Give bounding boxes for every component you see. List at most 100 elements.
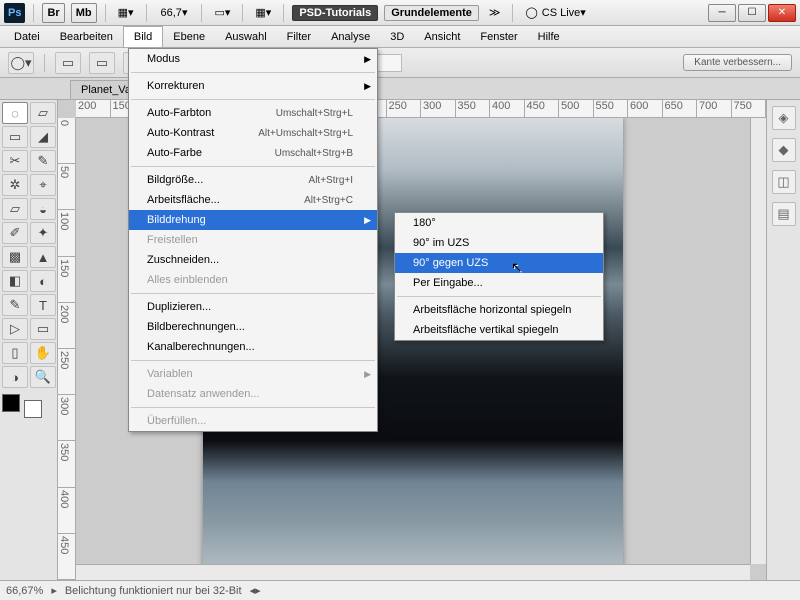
menu-item[interactable]: Auto-FarbtonUmschalt+Strg+L	[129, 103, 377, 123]
cslive-button[interactable]: ◯ CS Live ▾	[521, 3, 589, 23]
menu-item[interactable]: 90° gegen UZS	[395, 253, 603, 273]
menu-item[interactable]: Zuschneiden...	[129, 250, 377, 270]
menu-item[interactable]: Arbeitsfläche vertikal spiegeln	[395, 320, 603, 340]
tool-preset-button[interactable]: ◯▾	[8, 52, 34, 74]
menu-auswahl[interactable]: Auswahl	[215, 26, 277, 47]
tool-button[interactable]: ▱	[2, 198, 28, 220]
menu-item[interactable]: Bilddrehung▶	[129, 210, 377, 230]
tool-button[interactable]: ◌	[2, 102, 28, 124]
bilddrehung-submenu: 180°90° im UZS90° gegen UZSPer Eingabe..…	[394, 212, 604, 341]
background-swatch[interactable]	[24, 400, 42, 418]
menu-item[interactable]: Korrekturen▶	[129, 76, 377, 96]
workspace-button[interactable]: Grundelemente	[384, 5, 479, 21]
minibridge-button[interactable]: Mb	[71, 3, 97, 23]
menu-bar: DateiBearbeitenBildEbeneAuswahlFilterAna…	[0, 26, 800, 48]
ps-logo: Ps	[4, 3, 25, 23]
tool-button[interactable]: 🔍	[30, 366, 56, 388]
menu-hilfe[interactable]: Hilfe	[528, 26, 570, 47]
menu-item[interactable]: Bildgröße...Alt+Strg+I	[129, 170, 377, 190]
more-icon[interactable]: ≫	[485, 3, 505, 23]
menu-item[interactable]: Arbeitsfläche...Alt+Strg+C	[129, 190, 377, 210]
status-message: Belichtung funktioniert nur bei 32-Bit	[65, 585, 242, 597]
maximize-button[interactable]: ☐	[738, 4, 766, 22]
menu-item: Datensatz anwenden...	[129, 384, 377, 404]
bridge-button[interactable]: Br	[42, 3, 64, 23]
menu-item: Freistellen	[129, 230, 377, 250]
menu-item: Variablen▶	[129, 364, 377, 384]
menu-ebene[interactable]: Ebene	[163, 26, 215, 47]
menu-datei[interactable]: Datei	[4, 26, 50, 47]
minimize-button[interactable]: ─	[708, 4, 736, 22]
status-bar: 66,67% ▸ Belichtung funktioniert nur bei…	[0, 580, 800, 600]
menu-analyse[interactable]: Analyse	[321, 26, 380, 47]
submenu-arrow-icon: ▶	[364, 54, 371, 65]
menu-fenster[interactable]: Fenster	[470, 26, 527, 47]
tool-button[interactable]: ◑	[2, 366, 28, 388]
submenu-arrow-icon: ▶	[364, 81, 371, 92]
document-tabs: Planet_Var×Unbenannt-1 bei 66,7% (RGB/8)…	[0, 78, 800, 100]
menu-item[interactable]: Auto-FarbeUmschalt+Strg+B	[129, 143, 377, 163]
tool-button[interactable]: ✎	[30, 150, 56, 172]
menu-item[interactable]: 90° im UZS	[395, 233, 603, 253]
foreground-swatch[interactable]	[2, 394, 20, 412]
tool-button[interactable]: ✎	[2, 294, 28, 316]
selection-add-icon[interactable]: ▭	[89, 52, 115, 74]
tool-button[interactable]: ⌖	[30, 174, 56, 196]
menu-item: Überfüllen...	[129, 411, 377, 431]
history-panel-icon[interactable]: ▤	[772, 202, 796, 226]
tool-button[interactable]: ◐	[30, 270, 56, 292]
menu-item[interactable]: Auto-KontrastAlt+Umschalt+Strg+L	[129, 123, 377, 143]
vertical-ruler: 050100150200250300350400450	[58, 118, 76, 580]
menu-item[interactable]: Modus▶	[129, 49, 377, 69]
zoom-level[interactable]: 66,7 ▾	[155, 3, 194, 23]
tool-button[interactable]: ▩	[2, 246, 28, 268]
options-bar: ◯▾ ▭ ▭ ▭ ▭ ▾ B: ⇄ H: Kante verbessern...	[0, 48, 800, 78]
status-zoom[interactable]: 66,67%	[6, 585, 43, 597]
collapsed-panels: ◈ ◆ ◫ ▤	[766, 100, 800, 580]
refine-edge-button[interactable]: Kante verbessern...	[683, 54, 792, 71]
psd-tutorials-button[interactable]: PSD-Tutorials	[292, 5, 378, 21]
tool-button[interactable]: ▷	[2, 318, 28, 340]
menu-item[interactable]: Per Eingabe...	[395, 273, 603, 293]
tool-button[interactable]: ✐	[2, 222, 28, 244]
tool-button[interactable]: ✦	[30, 222, 56, 244]
menu-item: Alles einblenden	[129, 270, 377, 290]
submenu-arrow-icon: ▶	[364, 215, 371, 226]
tool-button[interactable]: ✋	[30, 342, 56, 364]
screen-mode-icon[interactable]: ▦▾	[114, 3, 138, 23]
selection-new-icon[interactable]: ▭	[55, 52, 81, 74]
menu-item[interactable]: Duplizieren...	[129, 297, 377, 317]
title-bar: Ps Br Mb ▦▾ 66,7 ▾ ▭▾ ▦▾ PSD-Tutorials G…	[0, 0, 800, 26]
menu-item[interactable]: Bildberechnungen...	[129, 317, 377, 337]
view-extras-icon[interactable]: ▭▾	[210, 3, 234, 23]
submenu-arrow-icon: ▶	[364, 369, 371, 380]
paths-panel-icon[interactable]: ◫	[772, 170, 796, 194]
tool-button[interactable]: ▯	[2, 342, 28, 364]
menu-3d[interactable]: 3D	[380, 26, 414, 47]
menu-item[interactable]: 180°	[395, 213, 603, 233]
horizontal-scrollbar[interactable]	[76, 564, 750, 580]
tool-button[interactable]: ▱	[30, 102, 56, 124]
tool-button[interactable]: ◒	[30, 198, 56, 220]
tool-button[interactable]: ✲	[2, 174, 28, 196]
tool-button[interactable]: ✂	[2, 150, 28, 172]
bild-menu-dropdown: Modus▶ Korrekturen▶ Auto-FarbtonUmschalt+S…	[128, 48, 378, 432]
channels-panel-icon[interactable]: ◆	[772, 138, 796, 162]
tool-button[interactable]: T	[30, 294, 56, 316]
tool-button[interactable]: ▲	[30, 246, 56, 268]
tool-button[interactable]: ◧	[2, 270, 28, 292]
arrange-docs-icon[interactable]: ▦▾	[251, 3, 275, 23]
close-button[interactable]: ✕	[768, 4, 796, 22]
menu-item[interactable]: Arbeitsfläche horizontal spiegeln	[395, 300, 603, 320]
tools-panel: ◌▱▭◢✂✎✲⌖▱◒✐✦▩▲◧◐✎T▷▭▯✋◑🔍	[0, 100, 58, 580]
vertical-scrollbar[interactable]	[750, 118, 766, 564]
menu-bearbeiten[interactable]: Bearbeiten	[50, 26, 123, 47]
tool-button[interactable]: ▭	[2, 126, 28, 148]
layers-panel-icon[interactable]: ◈	[772, 106, 796, 130]
menu-item[interactable]: Kanalberechnungen...	[129, 337, 377, 357]
tool-button[interactable]: ◢	[30, 126, 56, 148]
menu-filter[interactable]: Filter	[277, 26, 321, 47]
tool-button[interactable]: ▭	[30, 318, 56, 340]
menu-ansicht[interactable]: Ansicht	[414, 26, 470, 47]
menu-bild[interactable]: Bild	[123, 26, 163, 47]
